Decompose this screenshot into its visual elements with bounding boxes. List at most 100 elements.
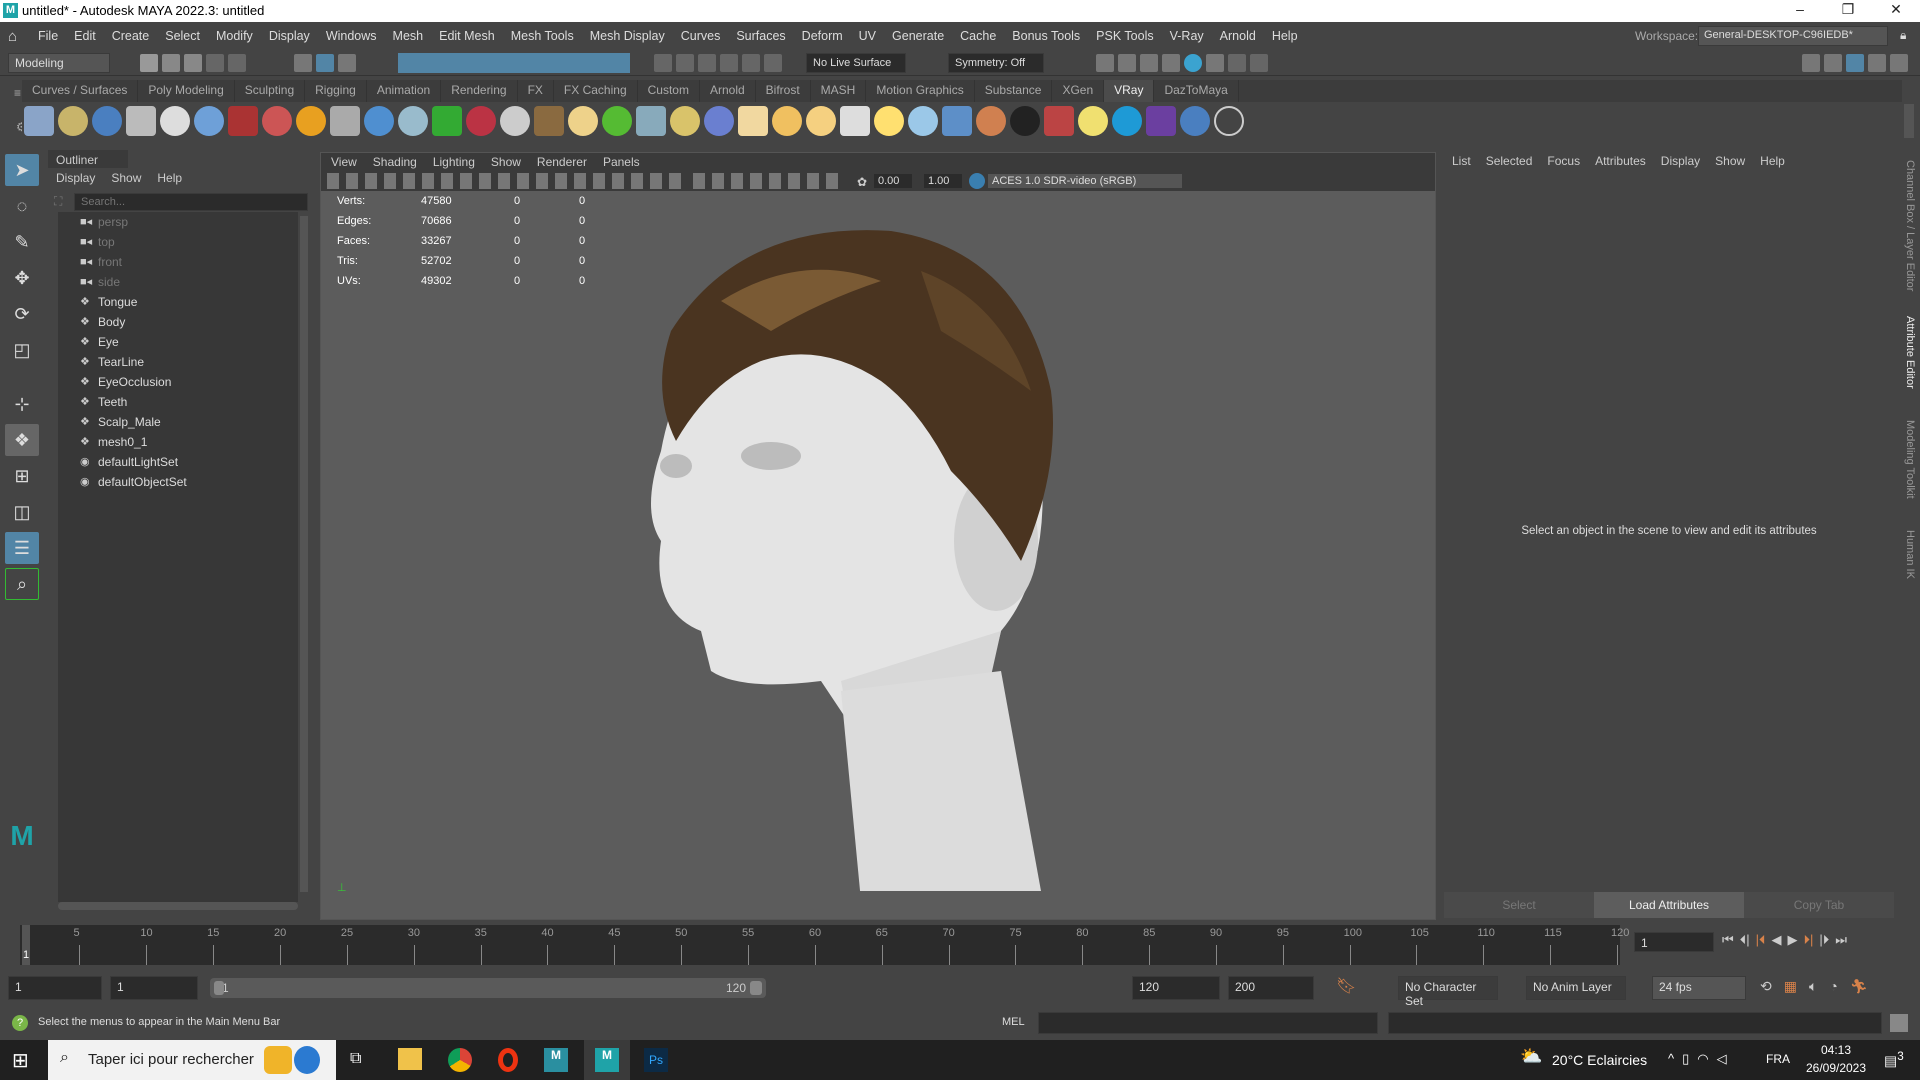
snap-curve-icon[interactable] bbox=[676, 54, 694, 72]
outliner-item[interactable]: ■◂ side bbox=[58, 272, 298, 292]
dome-light-icon[interactable] bbox=[738, 106, 768, 136]
side-tab-human-ik[interactable]: Human IK bbox=[1904, 530, 1916, 579]
snap-view-icon[interactable] bbox=[720, 54, 738, 72]
maya-active-taskbar-button[interactable]: M bbox=[584, 1040, 630, 1080]
shelf-tab-substance[interactable]: Substance bbox=[975, 80, 1053, 102]
cube-sphere-icon[interactable] bbox=[364, 106, 394, 136]
step-back-icon[interactable]: ⏴| bbox=[1740, 932, 1750, 948]
frame-buffer-icon[interactable] bbox=[228, 106, 258, 136]
menu-help[interactable]: Help bbox=[1272, 29, 1298, 43]
viewport-tool-icons[interactable] bbox=[327, 173, 687, 189]
shelf-menu-icon[interactable]: ≡ bbox=[14, 86, 21, 100]
viewport-menu-renderer[interactable]: Renderer bbox=[537, 155, 587, 169]
go-to-end-icon[interactable]: ⏭ bbox=[1835, 932, 1847, 948]
shelf-tab-rigging[interactable]: Rigging bbox=[305, 80, 367, 102]
loop-icon[interactable]: ⟲ bbox=[1760, 978, 1772, 995]
load-attributes-button[interactable]: Load Attributes bbox=[1594, 892, 1744, 918]
shelf-tab-motion-graphics[interactable]: Motion Graphics bbox=[866, 80, 975, 102]
shelf-tab-xgen[interactable]: XGen bbox=[1052, 80, 1105, 102]
shelf-tab-sculpting[interactable]: Sculpting bbox=[235, 80, 306, 102]
clock-date[interactable]: 26/09/2023 bbox=[1800, 1061, 1872, 1075]
menu-surfaces[interactable]: Surfaces bbox=[736, 29, 785, 43]
shelf-tab-vray[interactable]: VRay bbox=[1104, 80, 1155, 102]
file-explorer-icon[interactable] bbox=[398, 1048, 422, 1070]
snap-pivot-icon[interactable] bbox=[764, 54, 782, 72]
tool-settings-icon[interactable] bbox=[1868, 54, 1886, 72]
menu-mesh-tools[interactable]: Mesh Tools bbox=[511, 29, 574, 43]
play-backward-icon[interactable]: ◀ bbox=[1771, 932, 1781, 948]
menu-deform[interactable]: Deform bbox=[802, 29, 843, 43]
glossy-sphere-icon[interactable] bbox=[942, 106, 972, 136]
range-end-handle[interactable] bbox=[750, 981, 762, 995]
render-setup-icon[interactable] bbox=[1206, 54, 1224, 72]
curve-icon[interactable] bbox=[670, 106, 700, 136]
outliner-item[interactable]: ■◂ top bbox=[58, 232, 298, 252]
wireframe-icon[interactable] bbox=[330, 106, 360, 136]
search-icon[interactable]: ⌕ bbox=[5, 568, 39, 600]
color-management-toggle-icon[interactable] bbox=[969, 173, 985, 189]
render-settings-icon[interactable] bbox=[1162, 54, 1180, 72]
grass-icon[interactable] bbox=[602, 106, 632, 136]
modeling-toolkit-icon[interactable] bbox=[1802, 54, 1820, 72]
plane-icon[interactable] bbox=[908, 106, 938, 136]
channel-box-icon[interactable] bbox=[1890, 54, 1908, 72]
menu-create[interactable]: Create bbox=[112, 29, 150, 43]
chaos-icon[interactable] bbox=[1146, 106, 1176, 136]
snap-grid-icon[interactable] bbox=[654, 54, 672, 72]
rotate-tool-icon[interactable]: ⟳ bbox=[5, 298, 39, 330]
preferences-icon[interactable]: ◔ bbox=[1829, 978, 1837, 995]
import-icon[interactable] bbox=[58, 106, 88, 136]
maya-taskbar-icon[interactable]: M bbox=[544, 1048, 568, 1072]
fps-select[interactable]: 24 fps bbox=[1652, 976, 1746, 1000]
copy-tab-button[interactable]: Copy Tab bbox=[1744, 892, 1894, 918]
menu-mesh-display[interactable]: Mesh Display bbox=[590, 29, 665, 43]
menu-file[interactable]: File bbox=[38, 29, 58, 43]
windows-start-icon[interactable]: ⊞ bbox=[12, 1048, 29, 1073]
script-editor-icon[interactable] bbox=[1890, 1014, 1908, 1032]
close-button[interactable]: ✕ bbox=[1876, 1, 1916, 18]
next-key-icon[interactable]: ⏵| bbox=[1803, 932, 1813, 948]
snap-surface-icon[interactable] bbox=[742, 54, 760, 72]
fire-icon[interactable] bbox=[296, 106, 326, 136]
chrome-icon[interactable] bbox=[448, 1048, 472, 1072]
side-tab-channel-box-layer-editor[interactable]: Channel Box / Layer Editor bbox=[1904, 160, 1916, 291]
cone-light-icon[interactable] bbox=[840, 106, 870, 136]
lasso-tool-icon[interactable]: ◌ bbox=[5, 190, 39, 222]
mode-select[interactable]: Modeling bbox=[8, 53, 110, 73]
menu-windows[interactable]: Windows bbox=[326, 29, 377, 43]
sphere-selected-icon[interactable] bbox=[500, 106, 530, 136]
help-icon[interactable] bbox=[1214, 106, 1244, 136]
select-object-icon[interactable] bbox=[316, 54, 334, 72]
viewport-menu-view[interactable]: View bbox=[331, 155, 357, 169]
live-surface-field[interactable]: No Live Surface bbox=[806, 53, 906, 73]
task-view-icon[interactable]: ⧉ bbox=[350, 1050, 361, 1068]
system-tray-icons[interactable]: ^▯◠◁ bbox=[1668, 1051, 1735, 1067]
material-sphere-icon[interactable] bbox=[194, 106, 224, 136]
range-start-handle[interactable] bbox=[214, 981, 224, 995]
menu-curves[interactable]: Curves bbox=[681, 29, 721, 43]
ae-menu-show[interactable]: Show bbox=[1715, 154, 1745, 168]
menu-select[interactable]: Select bbox=[165, 29, 200, 43]
weather-text[interactable]: 20°C Eclaircies bbox=[1552, 1052, 1647, 1068]
home-icon[interactable]: ⌂ bbox=[8, 28, 17, 45]
shelf-tab-curves-surfaces[interactable]: Curves / Surfaces bbox=[22, 80, 139, 102]
clock-time[interactable]: 04:13 bbox=[1808, 1043, 1864, 1057]
outliner-menu-help[interactable]: Help bbox=[157, 171, 182, 185]
selection-mask-icons[interactable] bbox=[398, 53, 630, 73]
animation-start-field[interactable]: 1 bbox=[110, 976, 198, 1000]
outliner-search-input[interactable] bbox=[74, 193, 308, 211]
ipr-render-icon[interactable] bbox=[1140, 54, 1158, 72]
viewport-menu-lighting[interactable]: Lighting bbox=[433, 155, 475, 169]
symmetry-field[interactable]: Symmetry: Off bbox=[948, 53, 1044, 73]
light-editor-icon[interactable] bbox=[1228, 54, 1246, 72]
color-space-select[interactable]: ACES 1.0 SDR-video (sRGB) bbox=[987, 173, 1183, 189]
outliner-item[interactable]: ❖ Eye bbox=[58, 332, 298, 352]
filter-icon[interactable]: ⛶ bbox=[54, 194, 62, 209]
paint-select-tool-icon[interactable]: ✎ bbox=[5, 226, 39, 258]
light-plane-icon[interactable] bbox=[432, 106, 462, 136]
outliner-item[interactable]: ■◂ front bbox=[58, 252, 298, 272]
lock-icon[interactable]: 🔒︎ bbox=[1900, 28, 1906, 43]
auto-key-icon[interactable]: 🔖︎ bbox=[1336, 976, 1356, 996]
play-forward-icon[interactable]: ▶ bbox=[1787, 932, 1797, 948]
ae-menu-attributes[interactable]: Attributes bbox=[1595, 154, 1646, 168]
